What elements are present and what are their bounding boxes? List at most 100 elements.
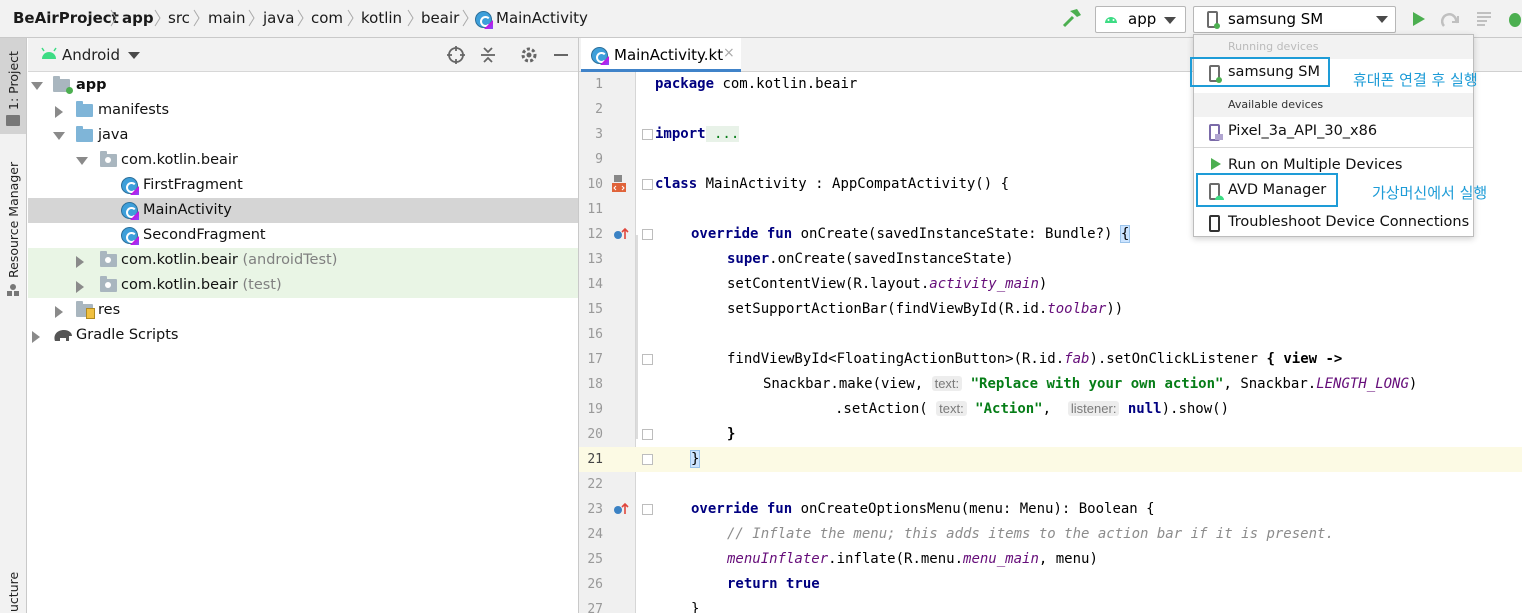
breadcrumb-project[interactable]: BeAirProject xyxy=(13,9,119,27)
minimize-icon[interactable] xyxy=(551,45,571,65)
chevron-right-icon[interactable] xyxy=(76,256,84,268)
breadcrumb-beair[interactable]: beair xyxy=(421,9,459,27)
breadcrumb-java[interactable]: java xyxy=(263,9,294,27)
fold-end-icon[interactable] xyxy=(642,429,653,440)
run-icon xyxy=(1211,158,1221,170)
apply-changes-icon[interactable] xyxy=(1441,10,1461,28)
breadcrumb-kotlin[interactable]: kotlin xyxy=(361,9,402,27)
tree-node-manifests[interactable]: manifests xyxy=(28,98,578,123)
chevron-right-icon xyxy=(154,9,161,27)
menu-item-troubleshoot[interactable]: Troubleshoot Device Connections xyxy=(1194,211,1473,237)
tree-node-secondfragment[interactable]: SecondFragment xyxy=(28,223,578,248)
code-line: 14 setContentView(R.layout.activity_main… xyxy=(579,272,1522,297)
editor-tab-mainactivity[interactable]: MainActivity.kt × xyxy=(581,38,741,72)
override-method-icon[interactable] xyxy=(613,502,629,516)
line-number: 27 xyxy=(587,602,603,613)
code-line: 16 xyxy=(579,322,1522,347)
folded-imports[interactable]: ... xyxy=(705,126,740,142)
device-select[interactable]: samsung SM xyxy=(1193,6,1396,33)
folder-icon xyxy=(76,126,93,142)
tree-node-package-androidtest[interactable]: com.kotlin.beair (androidTest) xyxy=(28,248,578,273)
project-view-select[interactable]: Android xyxy=(62,46,120,64)
project-panel-header: Android xyxy=(28,38,578,72)
code-token: activity_main xyxy=(929,276,1039,292)
chevron-down-icon xyxy=(1376,16,1388,23)
code-token: menuInflater xyxy=(727,551,829,567)
connected-dot-icon xyxy=(1214,23,1220,29)
breadcrumb-src[interactable]: src xyxy=(168,9,190,27)
collapse-all-icon[interactable] xyxy=(478,45,498,65)
line-number: 11 xyxy=(587,202,603,217)
line-number: 23 xyxy=(587,502,603,517)
tree-node-java[interactable]: java xyxy=(28,123,578,148)
fold-end-icon[interactable] xyxy=(642,454,653,465)
locate-target-icon[interactable] xyxy=(446,45,466,65)
fold-collapse-icon[interactable] xyxy=(642,504,653,515)
parameter-hint: listener: xyxy=(1067,401,1120,416)
chevron-right-icon[interactable] xyxy=(32,331,40,343)
tree-node-firstfragment[interactable]: FirstFragment xyxy=(28,173,578,198)
close-icon[interactable]: × xyxy=(723,45,735,61)
chevron-down-icon[interactable] xyxy=(128,52,140,59)
fold-collapse-icon[interactable] xyxy=(642,354,653,365)
run-configuration-select[interactable]: app xyxy=(1095,6,1186,33)
tree-node-app[interactable]: app xyxy=(28,73,578,98)
code-line: 19 .setAction( text: "Action", listener:… xyxy=(579,397,1522,422)
tree-node-mainactivity[interactable]: MainActivity xyxy=(28,198,578,223)
fold-collapse-icon[interactable] xyxy=(642,229,653,240)
resource-manager-icon xyxy=(7,284,19,296)
chevron-right-icon[interactable] xyxy=(55,306,63,318)
line-number: 16 xyxy=(587,327,603,342)
brace-match: { xyxy=(1119,225,1131,243)
chevron-right-icon xyxy=(193,9,200,27)
project-tool-label[interactable]: 1: Project xyxy=(6,51,21,110)
structure-tab[interactable]: ucture xyxy=(6,572,21,612)
code-line: 18 Snackbar.make(view, text: "Replace wi… xyxy=(579,372,1522,397)
apply-code-changes-icon[interactable] xyxy=(1476,11,1494,27)
tree-node-res[interactable]: res xyxy=(28,298,578,323)
chevron-down-icon[interactable] xyxy=(31,82,43,90)
chevron-right-icon xyxy=(347,9,354,27)
parameter-hint: text: xyxy=(931,376,963,391)
override-method-icon[interactable] xyxy=(613,227,629,241)
package-icon xyxy=(100,151,117,167)
kotlin-class-icon xyxy=(121,202,138,219)
breadcrumb-app[interactable]: app xyxy=(122,9,154,27)
line-number: 15 xyxy=(587,302,603,317)
code-token: } xyxy=(691,601,700,613)
code-token: LENGTH_LONG xyxy=(1316,376,1409,392)
resource-manager-tab[interactable]: Resource Manager xyxy=(6,162,21,278)
breadcrumb-com[interactable]: com xyxy=(311,9,343,27)
line-number: 20 xyxy=(587,427,603,442)
chevron-right-icon[interactable] xyxy=(76,281,84,293)
tree-node-gradle-scripts[interactable]: Gradle Scripts xyxy=(28,323,578,348)
code-token: , xyxy=(1042,401,1068,417)
line-number: 19 xyxy=(587,402,603,417)
breadcrumb-mainactivity[interactable]: MainActivity xyxy=(496,9,588,27)
code-token: Snackbar.make(view, xyxy=(763,376,932,392)
breadcrumb-main[interactable]: main xyxy=(208,9,245,27)
chevron-down-icon[interactable] xyxy=(76,157,88,165)
brace-match: } xyxy=(689,450,701,468)
troubleshoot-icon xyxy=(1209,215,1220,232)
tree-node-package[interactable]: com.kotlin.beair xyxy=(28,148,578,173)
code-token: )) xyxy=(1106,301,1124,317)
debug-icon[interactable] xyxy=(1508,10,1522,28)
tree-node-label: MainActivity xyxy=(143,202,232,218)
chevron-down-icon[interactable] xyxy=(53,132,65,140)
code-token: ).show() xyxy=(1161,401,1230,417)
tree-node-package-test[interactable]: com.kotlin.beair (test) xyxy=(28,273,578,298)
run-icon[interactable] xyxy=(1411,11,1427,27)
fold-expand-icon[interactable] xyxy=(642,129,653,140)
gear-icon[interactable] xyxy=(519,45,539,65)
menu-item-available-device[interactable]: Pixel_3a_API_30_x86 xyxy=(1194,119,1473,147)
layout-file-icon[interactable] xyxy=(611,174,627,194)
build-hammer-icon[interactable] xyxy=(1061,7,1083,29)
chevron-right-icon[interactable] xyxy=(55,106,63,118)
code-token: setSupportActionBar(findViewById(R.id. xyxy=(727,301,1048,317)
fold-collapse-icon[interactable] xyxy=(642,179,653,190)
menu-section-header: Available devices xyxy=(1194,93,1473,117)
chevron-right-icon xyxy=(297,9,304,27)
running-devices-header: Running devices xyxy=(1228,40,1319,53)
code-line: 15 setSupportActionBar(findViewById(R.id… xyxy=(579,297,1522,322)
